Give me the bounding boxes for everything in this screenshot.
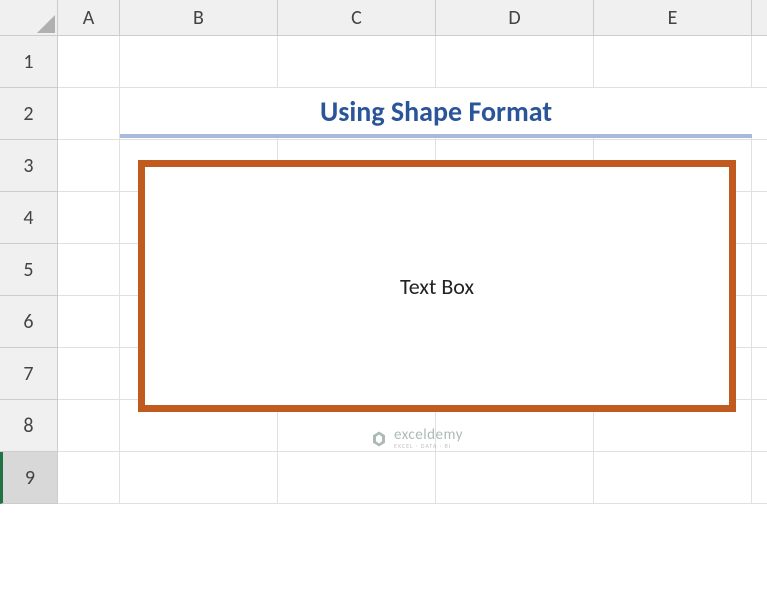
- row-header-2[interactable]: 2: [0, 88, 58, 140]
- cell-a6[interactable]: [58, 296, 120, 348]
- watermark-name: exceldemy: [394, 428, 463, 443]
- select-all-triangle-icon: [37, 15, 55, 33]
- watermark: exceldemy EXCEL · DATA · BI: [370, 428, 463, 449]
- cell-f5[interactable]: [752, 244, 767, 296]
- watermark-logo-icon: [370, 430, 388, 448]
- cell-c9[interactable]: [278, 452, 436, 504]
- cell-f3[interactable]: [752, 140, 767, 192]
- cell-e1[interactable]: [594, 36, 752, 88]
- row-headers: 123456789: [0, 36, 58, 504]
- cell-b9[interactable]: [120, 452, 278, 504]
- column-header-f[interactable]: F: [752, 0, 767, 36]
- watermark-sub: EXCEL · DATA · BI: [394, 443, 463, 449]
- cell-a3[interactable]: [58, 140, 120, 192]
- row-header-8[interactable]: 8: [0, 400, 58, 452]
- column-headers: ABCDEF: [58, 0, 767, 36]
- column-header-c[interactable]: C: [278, 0, 436, 36]
- cell-f2[interactable]: [752, 88, 767, 140]
- cell-f8[interactable]: [752, 400, 767, 452]
- column-header-d[interactable]: D: [436, 0, 594, 36]
- spreadsheet-grid: ABCDEF 123456789 Using Shape Format Text…: [0, 0, 767, 590]
- row-header-5[interactable]: 5: [0, 244, 58, 296]
- cell-f7[interactable]: [752, 348, 767, 400]
- column-header-e[interactable]: E: [594, 0, 752, 36]
- row-header-7[interactable]: 7: [0, 348, 58, 400]
- cell-c1[interactable]: [278, 36, 436, 88]
- cell-a7[interactable]: [58, 348, 120, 400]
- cell-b1[interactable]: [120, 36, 278, 88]
- cell-a2[interactable]: [58, 88, 120, 140]
- textbox-content: Text Box: [400, 273, 474, 300]
- cell-a4[interactable]: [58, 192, 120, 244]
- cell-e9[interactable]: [594, 452, 752, 504]
- row-header-1[interactable]: 1: [0, 36, 58, 88]
- textbox-shape[interactable]: Text Box: [138, 160, 736, 412]
- merged-title-text: Using Shape Format: [320, 94, 552, 129]
- cell-f1[interactable]: [752, 36, 767, 88]
- row-header-9[interactable]: 9: [0, 452, 58, 504]
- row-header-3[interactable]: 3: [0, 140, 58, 192]
- cell-d9[interactable]: [436, 452, 594, 504]
- column-header-b[interactable]: B: [120, 0, 278, 36]
- column-header-a[interactable]: A: [58, 0, 120, 36]
- cell-d1[interactable]: [436, 36, 594, 88]
- cell-a9[interactable]: [58, 452, 120, 504]
- row-header-4[interactable]: 4: [0, 192, 58, 244]
- cell-f4[interactable]: [752, 192, 767, 244]
- cell-f9[interactable]: [752, 452, 767, 504]
- cell-a5[interactable]: [58, 244, 120, 296]
- cell-a1[interactable]: [58, 36, 120, 88]
- merged-title-cell[interactable]: Using Shape Format: [120, 88, 752, 138]
- cell-a8[interactable]: [58, 400, 120, 452]
- cell-f6[interactable]: [752, 296, 767, 348]
- watermark-text: exceldemy EXCEL · DATA · BI: [394, 428, 463, 449]
- select-all-corner[interactable]: [0, 0, 58, 36]
- row-header-6[interactable]: 6: [0, 296, 58, 348]
